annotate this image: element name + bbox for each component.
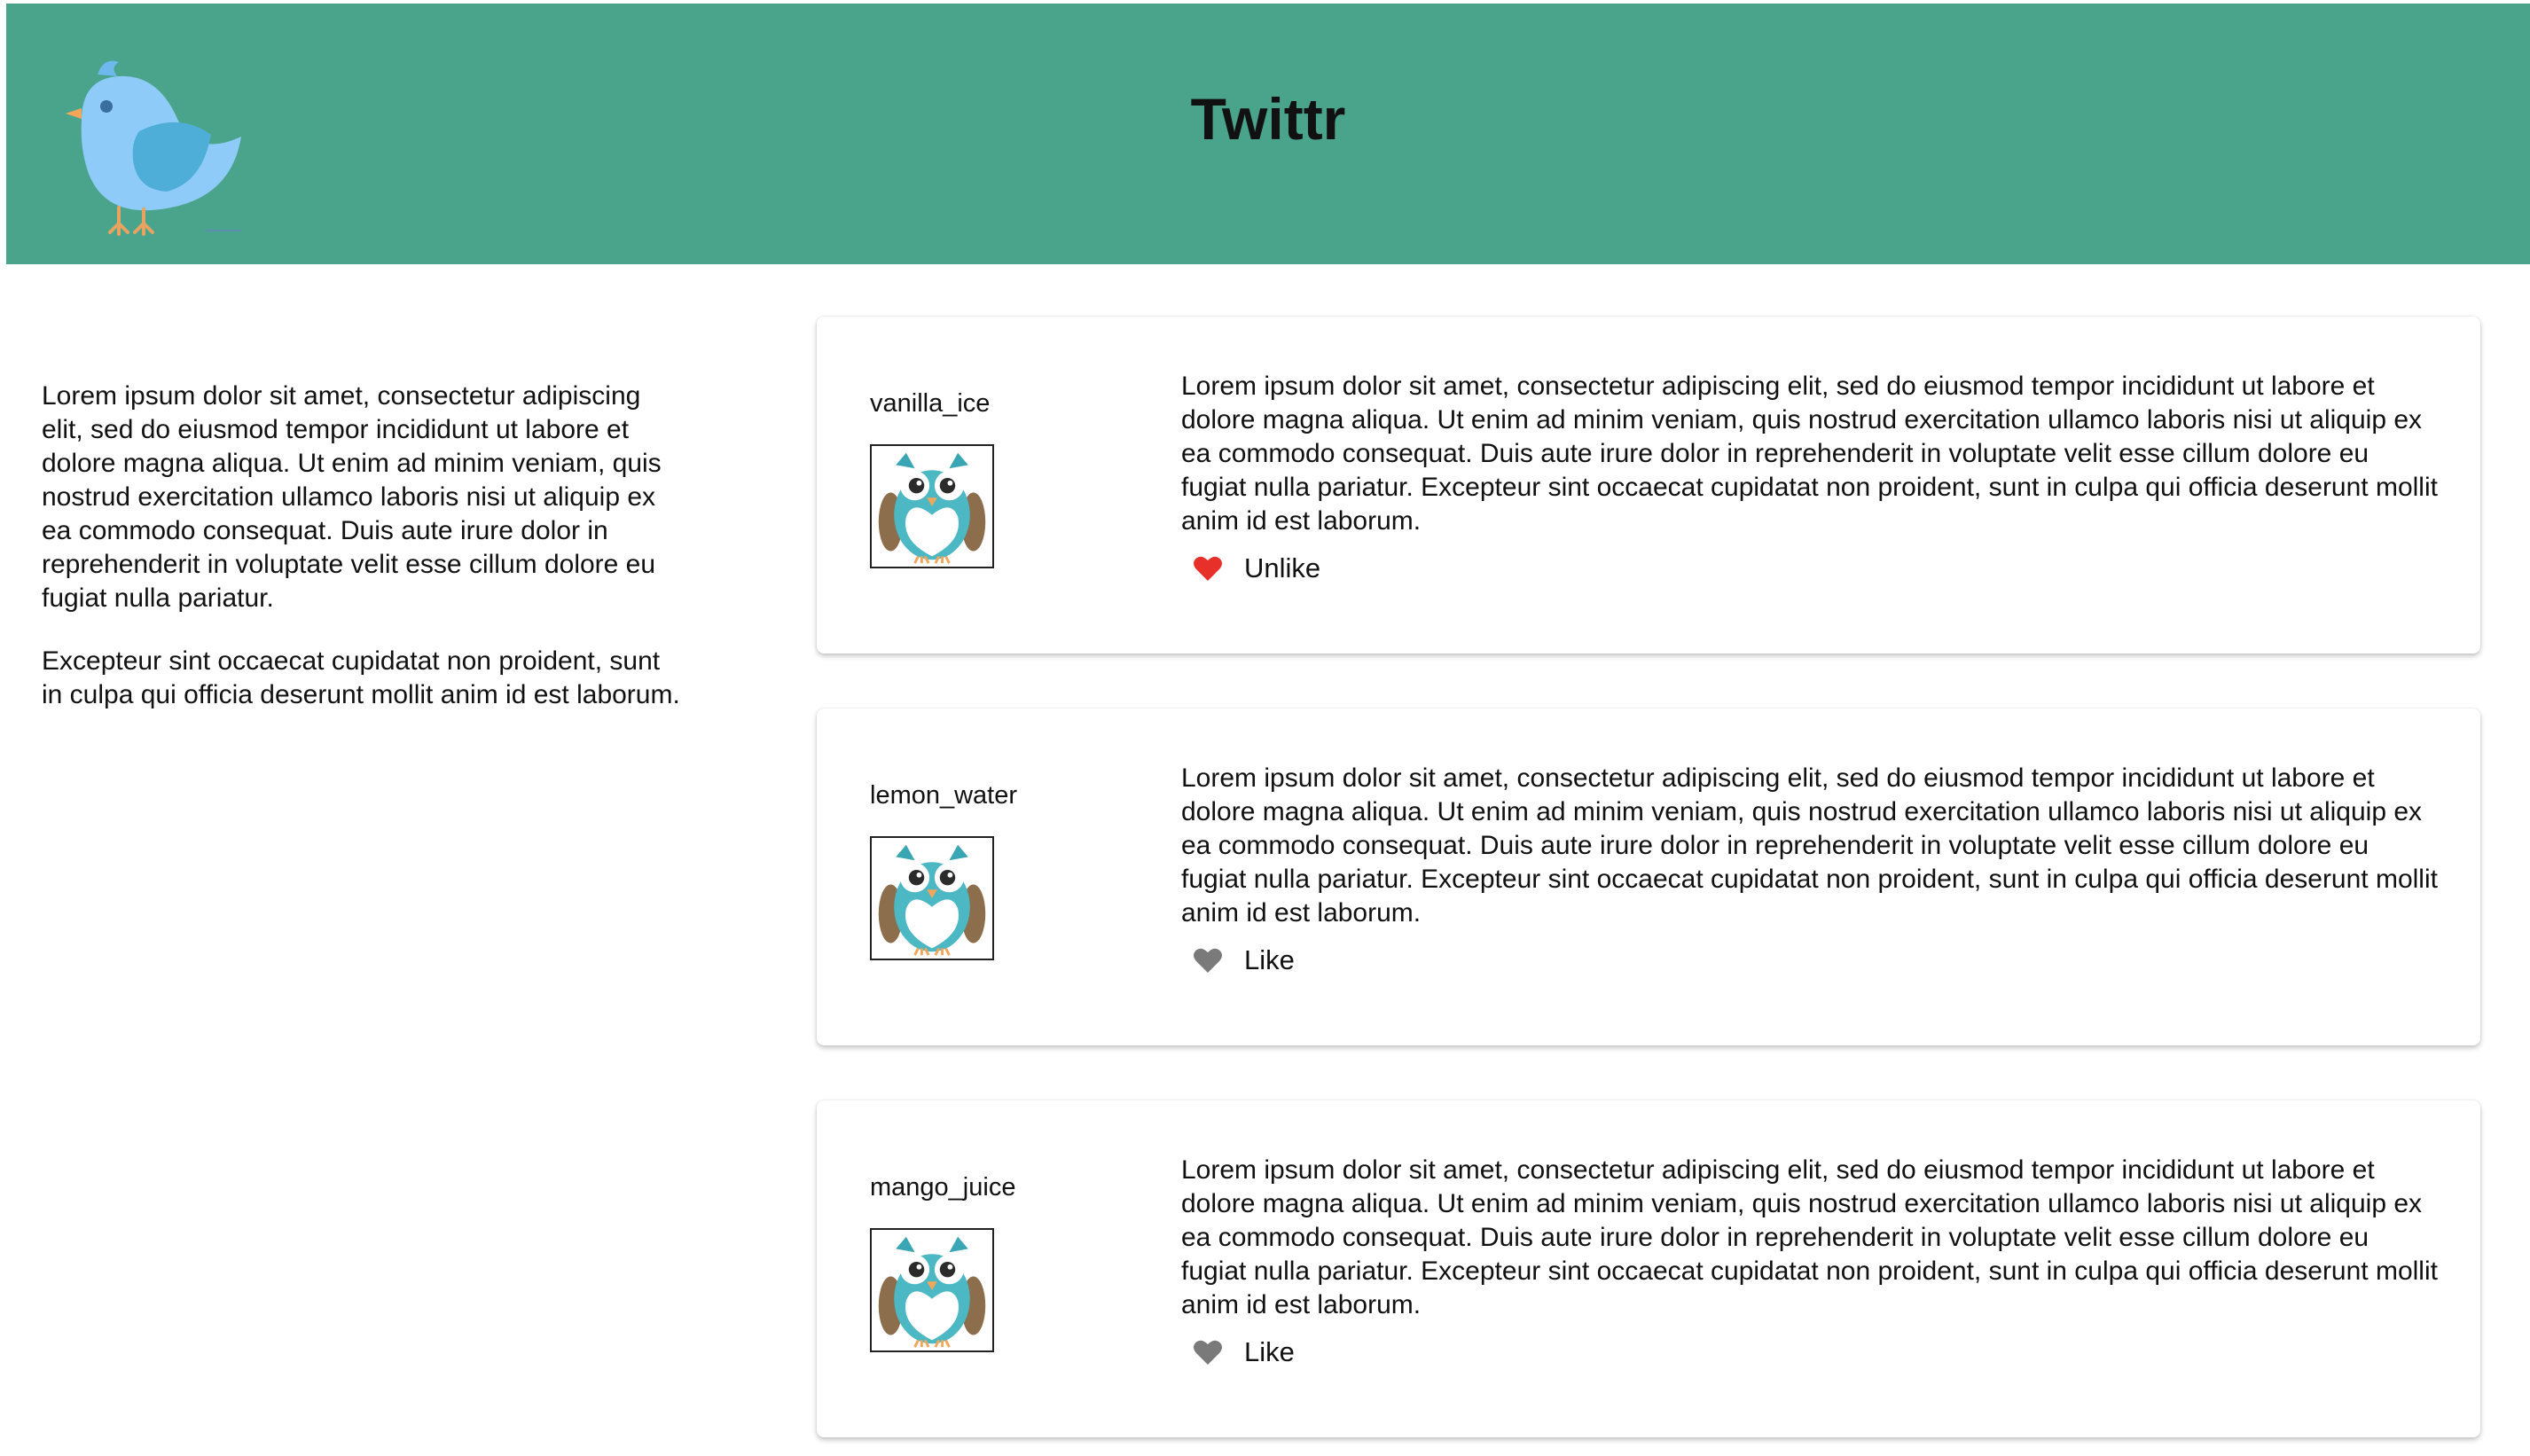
heart-icon xyxy=(1193,947,1223,974)
owl-avatar-icon[interactable] xyxy=(870,836,994,960)
like-label: Like xyxy=(1244,944,1295,975)
post-card: mango_juice Lorem ipsum dolor sit amet, … xyxy=(817,1100,2480,1437)
heart-filled-icon xyxy=(1193,555,1223,582)
like-label: Like xyxy=(1244,1336,1295,1367)
like-button[interactable]: Like xyxy=(1193,941,1295,980)
owl-avatar-icon[interactable] xyxy=(870,1228,994,1352)
sidebar-paragraph: Excepteur sint occaecat cupidatat non pr… xyxy=(42,646,680,709)
app-header: Twittr xyxy=(6,4,2530,264)
like-button[interactable]: Like xyxy=(1193,1333,1295,1372)
post-text: Lorem ipsum dolor sit amet, consectetur … xyxy=(1181,1155,2438,1319)
app-title: Twittr xyxy=(1190,86,1346,152)
sidebar-paragraph: Lorem ipsum dolor sit amet, consectetur … xyxy=(42,381,662,613)
like-label: Unlike xyxy=(1244,552,1321,583)
heart-icon xyxy=(1193,1339,1223,1366)
post-username[interactable]: vanilla_ice xyxy=(870,389,990,419)
post-card: vanilla_ice Lorem ipsum dolor sit amet, … xyxy=(817,317,2480,654)
post-text: Lorem ipsum dolor sit amet, consectetur … xyxy=(1181,372,2438,536)
like-button[interactable]: Unlike xyxy=(1193,549,1320,588)
sidebar-about: Lorem ipsum dolor sit amet, consectetur … xyxy=(42,380,680,741)
post-text: Lorem ipsum dolor sit amet, consectetur … xyxy=(1181,763,2438,928)
owl-avatar-icon[interactable] xyxy=(870,444,994,568)
post-card: lemon_water Lorem ipsum dolor sit amet, … xyxy=(817,708,2480,1045)
post-username[interactable]: mango_juice xyxy=(870,1173,1015,1202)
post-username[interactable]: lemon_water xyxy=(870,781,1017,810)
